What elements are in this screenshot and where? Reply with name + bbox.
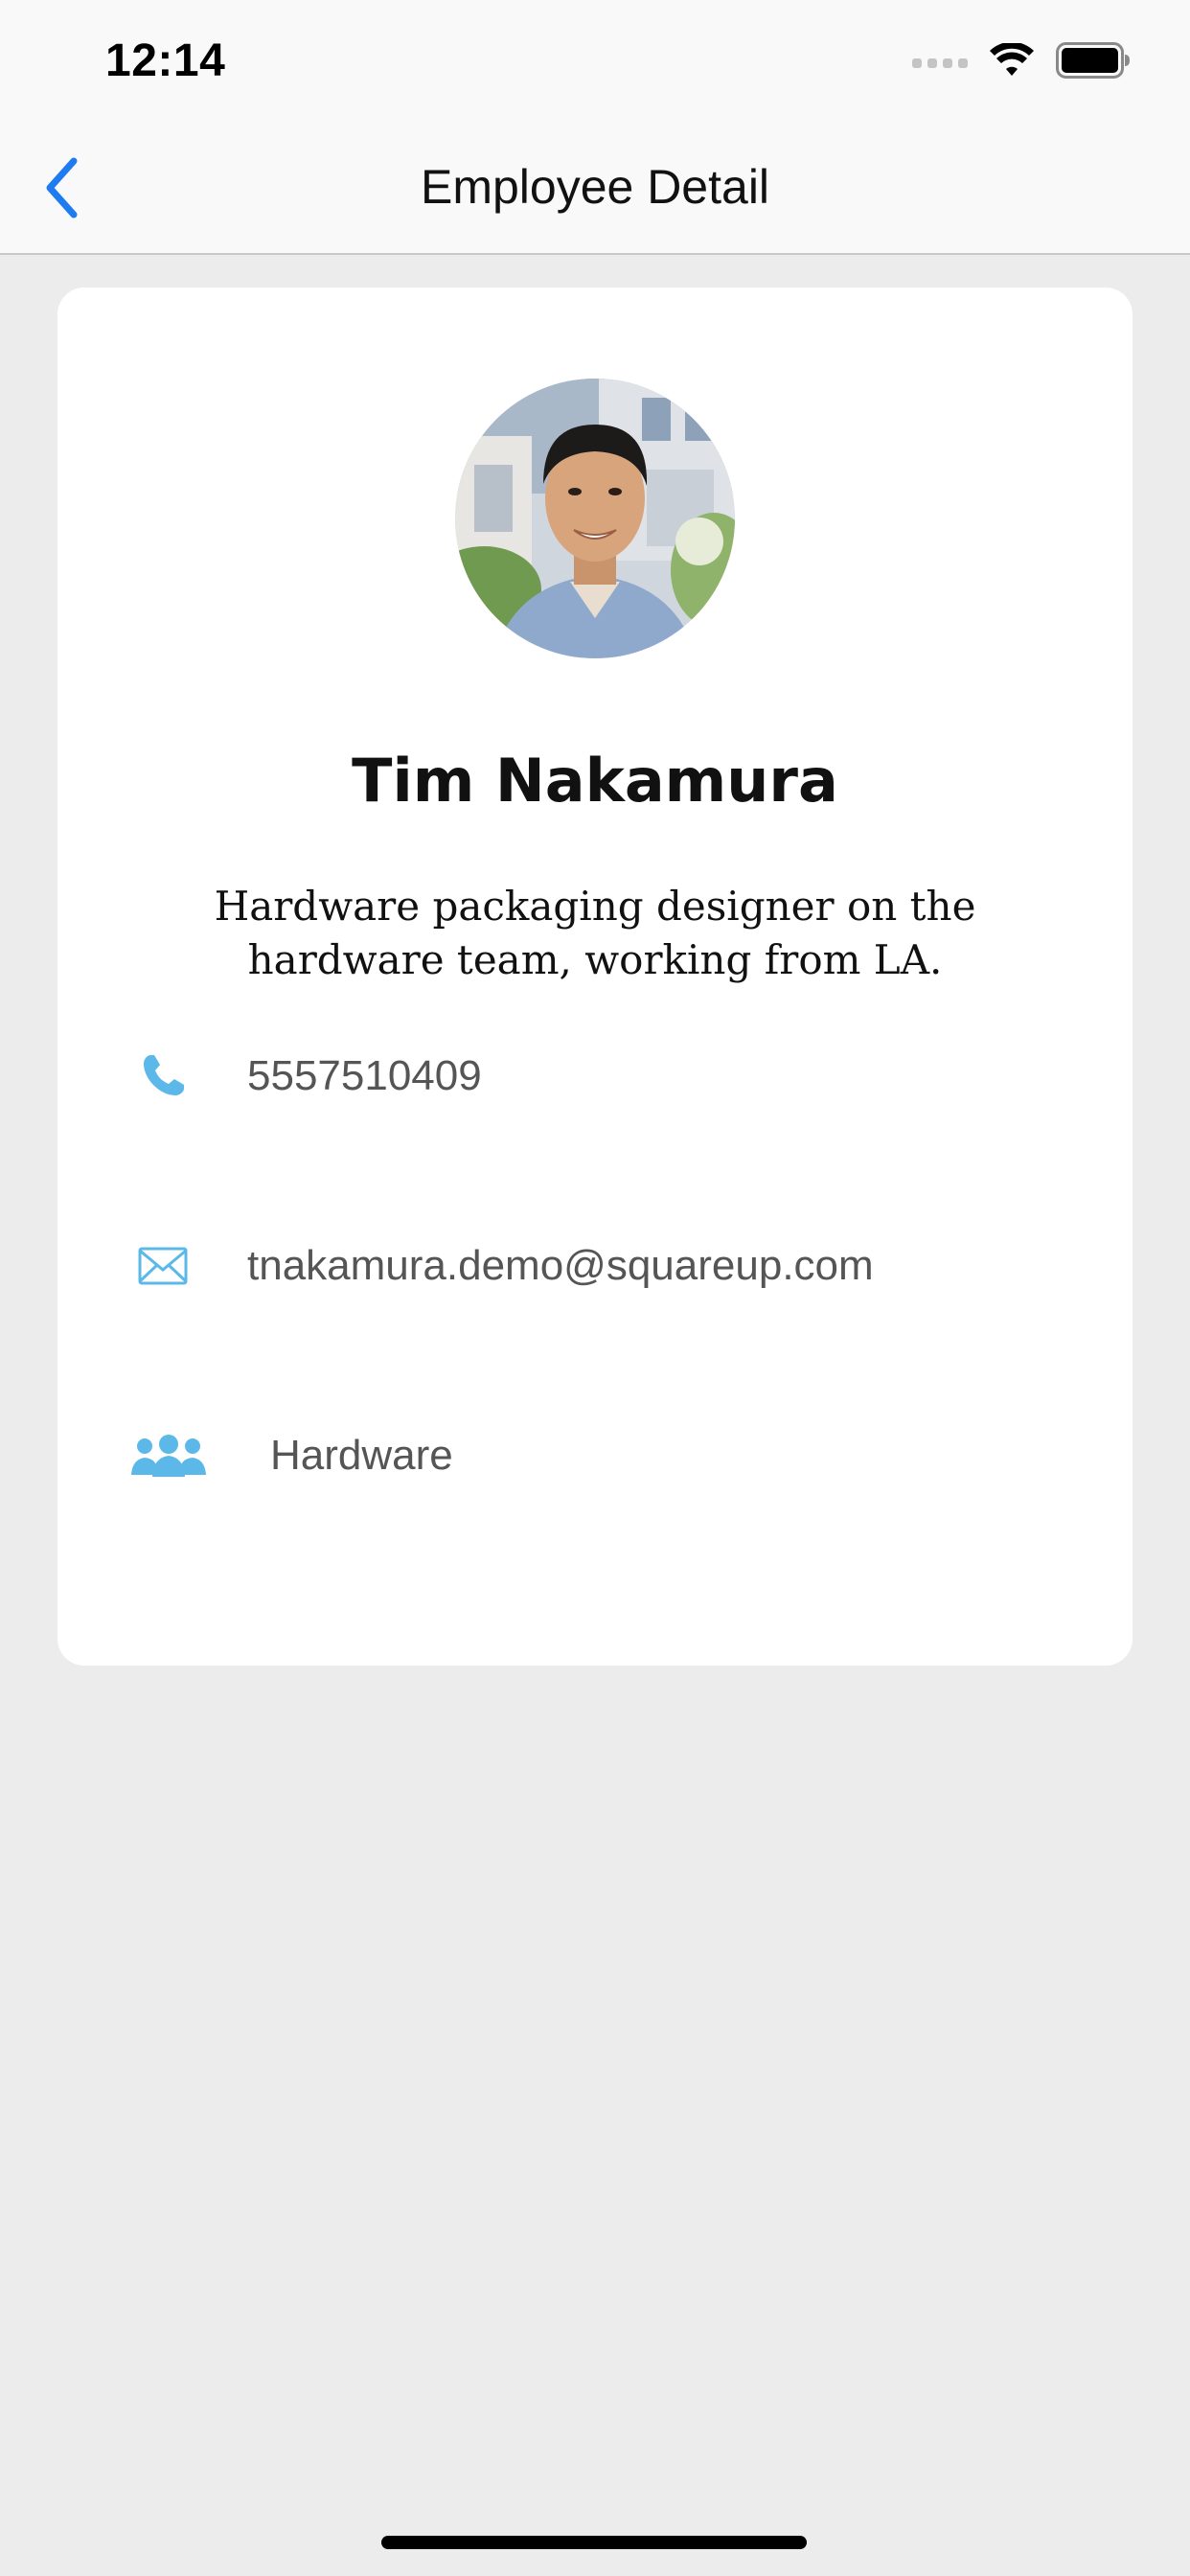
cellular-signal-icon bbox=[912, 58, 968, 68]
email-address: tnakamura.demo@squareup.com bbox=[247, 1242, 874, 1289]
team-name: Hardware bbox=[270, 1432, 453, 1479]
avatar bbox=[455, 379, 735, 658]
battery-icon bbox=[1056, 42, 1131, 83]
page-title: Employee Detail bbox=[420, 160, 770, 214]
employee-bio: Hardware packaging designer on the hardw… bbox=[214, 883, 976, 983]
navigation-bar: 12:14 Employee Detail bbox=[0, 0, 1190, 255]
email-row[interactable]: tnakamura.demo@squareup.com bbox=[57, 1223, 1133, 1309]
status-icons bbox=[912, 41, 1131, 83]
envelope-icon bbox=[134, 1223, 192, 1309]
team-row[interactable]: Hardware bbox=[57, 1413, 1133, 1499]
phone-row[interactable]: 5557510409 bbox=[57, 1033, 1133, 1119]
wifi-icon bbox=[989, 41, 1035, 82]
home-indicator[interactable] bbox=[381, 2536, 807, 2549]
people-group-icon bbox=[128, 1413, 209, 1499]
status-time: 12:14 bbox=[105, 35, 226, 86]
phone-icon bbox=[134, 1033, 192, 1119]
employee-card: Tim Nakamura Hardware packaging designer… bbox=[57, 288, 1133, 1666]
employee-name: Tim Nakamura bbox=[352, 746, 838, 816]
phone-number: 5557510409 bbox=[247, 1052, 482, 1099]
